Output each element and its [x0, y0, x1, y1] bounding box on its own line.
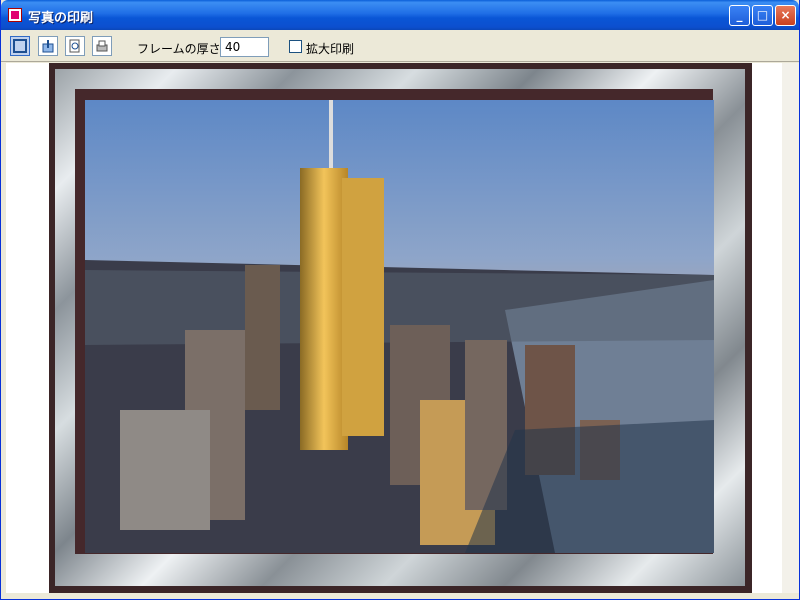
enlarge-print-label[interactable]: 拡大印刷 — [306, 40, 354, 57]
print-button[interactable] — [92, 36, 112, 56]
printer-icon — [96, 40, 108, 52]
minimize-button[interactable]: _ — [729, 5, 750, 26]
app-icon — [8, 8, 22, 22]
fit-page-button[interactable] — [10, 36, 30, 56]
window-title: 写真の印刷 — [28, 11, 94, 26]
print-preview-canvas — [6, 63, 782, 593]
frame-thickness-input[interactable] — [220, 37, 269, 57]
printer-setup-button[interactable] — [38, 36, 58, 56]
print-photo-window: 写真の印刷 _ □ × フレームの厚さ: 拡大印刷 — [0, 0, 800, 600]
print-preview-button[interactable] — [65, 36, 85, 56]
photo-frame — [49, 63, 752, 593]
fit-page-icon — [13, 39, 27, 53]
enlarge-print-checkbox[interactable] — [289, 40, 302, 53]
toolbar — [1, 30, 799, 62]
title-bar[interactable]: 写真の印刷 _ □ × — [1, 0, 799, 30]
skyline-photo-image — [85, 100, 714, 553]
city-skyline-photo — [85, 100, 714, 553]
frame-thickness-label: フレームの厚さ: — [137, 42, 225, 56]
vertical-scrollbar[interactable] — [782, 63, 799, 593]
maximize-button[interactable]: □ — [752, 5, 773, 26]
printer-setup-icon — [42, 40, 54, 53]
close-button[interactable]: × — [775, 5, 796, 26]
print-preview-icon — [69, 39, 80, 53]
